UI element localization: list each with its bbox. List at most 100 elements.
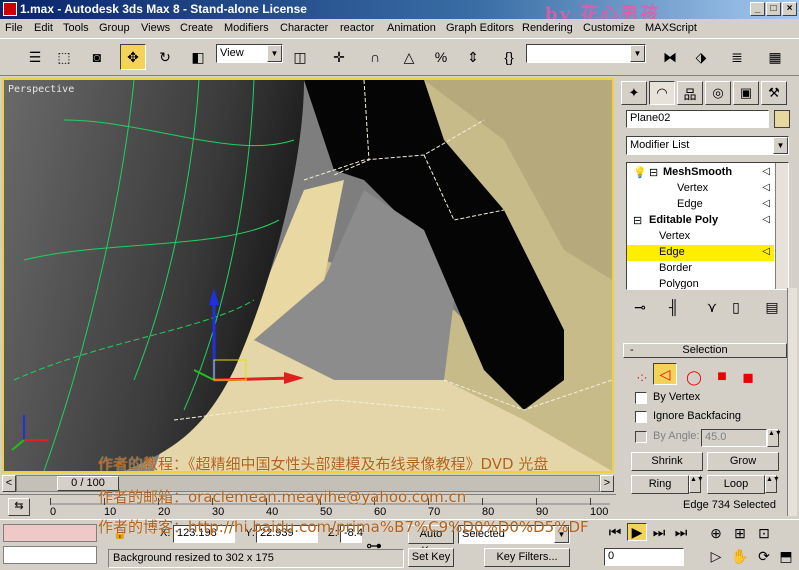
by-angle-field[interactable]: 45.0 (701, 429, 767, 447)
stack-item-meshsmooth[interactable]: 💡 ⊟ MeshSmooth ◁ (627, 165, 774, 181)
by-angle-checkbox[interactable] (635, 431, 647, 443)
named-selection-sets-dropdown[interactable]: ▼ (526, 44, 646, 63)
stack-item-editable-poly[interactable]: ⊟ Editable Poly ◁ (627, 213, 774, 229)
remove-modifier-icon[interactable]: ▯ (723, 294, 749, 320)
maximize-viewport-icon[interactable]: ⬒ (776, 546, 796, 566)
mini-curve-editor-icon[interactable]: ⇆ (8, 498, 30, 516)
curve-editor-icon[interactable]: ▦ (762, 44, 788, 70)
menu-animation[interactable]: Animation (387, 22, 436, 34)
ring-button[interactable]: Ring (631, 475, 689, 494)
vertex-subobject-icon[interactable]: ·:· (629, 364, 655, 390)
window-crossing-icon[interactable]: ◙ (84, 44, 110, 70)
ring-spinner[interactable]: ▲▼ (689, 475, 704, 493)
panel-scrollbar[interactable] (787, 288, 797, 516)
object-name-field[interactable]: Plane02 (626, 110, 769, 128)
menu-maxscript[interactable]: MAXScript (645, 22, 697, 34)
go-to-start-icon[interactable]: ⏮ (606, 523, 624, 541)
angle-snap-icon[interactable]: △ (396, 44, 422, 70)
ignore-backfacing-checkbox[interactable] (635, 411, 647, 423)
display-tab-icon[interactable]: ▣ (733, 81, 759, 105)
stack-item-poly-edge[interactable]: Edge ◁ (627, 245, 774, 261)
modifier-list-dropdown[interactable]: Modifier List ▼ (626, 136, 789, 155)
menu-customize[interactable]: Customize (583, 22, 635, 34)
zoom-icon[interactable]: ⊕ (706, 523, 726, 543)
reference-coordinate-dropdown[interactable]: View ▼ (216, 44, 283, 63)
configure-modifier-sets-icon[interactable]: ▤ (759, 294, 785, 320)
object-color-swatch[interactable] (774, 110, 790, 128)
selection-rollout-header[interactable]: - Selection (623, 343, 787, 358)
menu-graph-editors[interactable]: Graph Editors (446, 22, 514, 34)
stack-scrollbar[interactable] (775, 163, 788, 289)
menu-modifiers[interactable]: Modifiers (224, 22, 269, 34)
polygon-subobject-icon[interactable]: ■ (709, 364, 735, 390)
maxscript-listener-mini[interactable] (3, 524, 97, 542)
select-and-manipulate-icon[interactable]: ✛ (326, 44, 352, 70)
by-vertex-checkbox[interactable] (635, 392, 647, 404)
select-and-move-icon[interactable]: ✥ (120, 44, 146, 70)
select-and-rotate-icon[interactable]: ↻ (152, 44, 178, 70)
stack-item-vertex[interactable]: Vertex ◁ (627, 181, 774, 197)
edit-named-selection-icon[interactable]: {} (496, 44, 522, 70)
pan-icon[interactable]: ✋ (730, 546, 750, 566)
play-icon[interactable]: ▶ (627, 523, 647, 541)
collapse-icon[interactable]: ⊟ (633, 214, 642, 227)
close-button[interactable]: × (782, 2, 797, 16)
make-unique-icon[interactable]: ⋎ (699, 294, 725, 320)
edge-subobject-icon[interactable]: ◁ (653, 363, 677, 385)
time-slider-next[interactable]: > (600, 475, 614, 492)
modify-tab-icon[interactable]: ◠ (649, 81, 675, 105)
select-and-scale-icon[interactable]: ◧ (185, 44, 211, 70)
time-slider-prev[interactable]: < (2, 475, 16, 492)
menu-reactor[interactable]: reactor (340, 22, 374, 34)
hierarchy-tab-icon[interactable]: 品 (677, 81, 703, 105)
border-subobject-icon[interactable]: ◯ (681, 364, 707, 390)
select-by-name-icon[interactable]: ☰ (22, 44, 48, 70)
perspective-viewport[interactable]: Perspective (2, 78, 614, 473)
menu-character[interactable]: Character (280, 22, 328, 34)
spinner-snap-icon[interactable]: ⇕ (460, 44, 486, 70)
minimize-button[interactable]: _ (750, 2, 765, 16)
go-to-end-icon[interactable]: ⏭ (672, 523, 690, 541)
stack-item-edge[interactable]: Edge ◁ (627, 197, 774, 213)
maxscript-output-mini[interactable] (3, 546, 97, 564)
percent-snap-icon[interactable]: % (428, 44, 454, 70)
set-key-button[interactable]: Set Key (408, 548, 454, 567)
viewport-label[interactable]: Perspective (8, 84, 74, 95)
menu-group[interactable]: Group (99, 22, 130, 34)
stack-item-polygon[interactable]: Polygon (627, 277, 774, 289)
loop-button[interactable]: Loop (707, 475, 765, 494)
zoom-all-icon[interactable]: ⊞ (730, 523, 750, 543)
menu-rendering[interactable]: Rendering (522, 22, 573, 34)
mirror-icon[interactable]: ⧓ (657, 44, 683, 70)
collapse-icon[interactable]: ⊟ (649, 166, 658, 179)
light-bulb-icon[interactable]: 💡 (633, 166, 647, 179)
align-icon[interactable]: ⬗ (688, 44, 714, 70)
current-frame-field[interactable]: 0 (604, 548, 684, 566)
zoom-extents-icon[interactable]: ⊡ (754, 523, 774, 543)
stack-item-poly-vertex[interactable]: Vertex (627, 229, 774, 245)
field-of-view-icon[interactable]: ▷ (706, 546, 726, 566)
menu-file[interactable]: File (5, 22, 23, 34)
key-filters-button[interactable]: Key Filters... (484, 548, 570, 567)
shrink-button[interactable]: Shrink (631, 452, 703, 471)
snaps-toggle-icon[interactable]: ∩ (362, 44, 388, 70)
element-subobject-icon[interactable]: ◼ (735, 364, 761, 390)
menu-tools[interactable]: Tools (63, 22, 89, 34)
create-tab-icon[interactable]: ✦ (621, 81, 647, 105)
maximize-button[interactable]: □ (766, 2, 781, 16)
next-frame-icon[interactable]: ⏭ (650, 523, 668, 541)
menu-edit[interactable]: Edit (34, 22, 53, 34)
arc-rotate-icon[interactable]: ⟳ (754, 546, 774, 566)
layer-manager-icon[interactable]: ≣ (724, 44, 750, 70)
utilities-tab-icon[interactable]: ⚒ (761, 81, 787, 105)
grow-button[interactable]: Grow (707, 452, 779, 471)
use-pivot-center-icon[interactable]: ◫ (287, 44, 313, 70)
angle-spinner[interactable]: ▲▼ (767, 429, 782, 447)
rect-select-region-icon[interactable]: ⬚ (51, 44, 77, 70)
loop-spinner[interactable]: ▲▼ (765, 475, 780, 493)
show-end-result-icon[interactable]: ╢ (661, 294, 687, 320)
menu-views[interactable]: Views (141, 22, 170, 34)
menu-create[interactable]: Create (180, 22, 213, 34)
motion-tab-icon[interactable]: ◎ (705, 81, 731, 105)
stack-item-border[interactable]: Border (627, 261, 774, 277)
